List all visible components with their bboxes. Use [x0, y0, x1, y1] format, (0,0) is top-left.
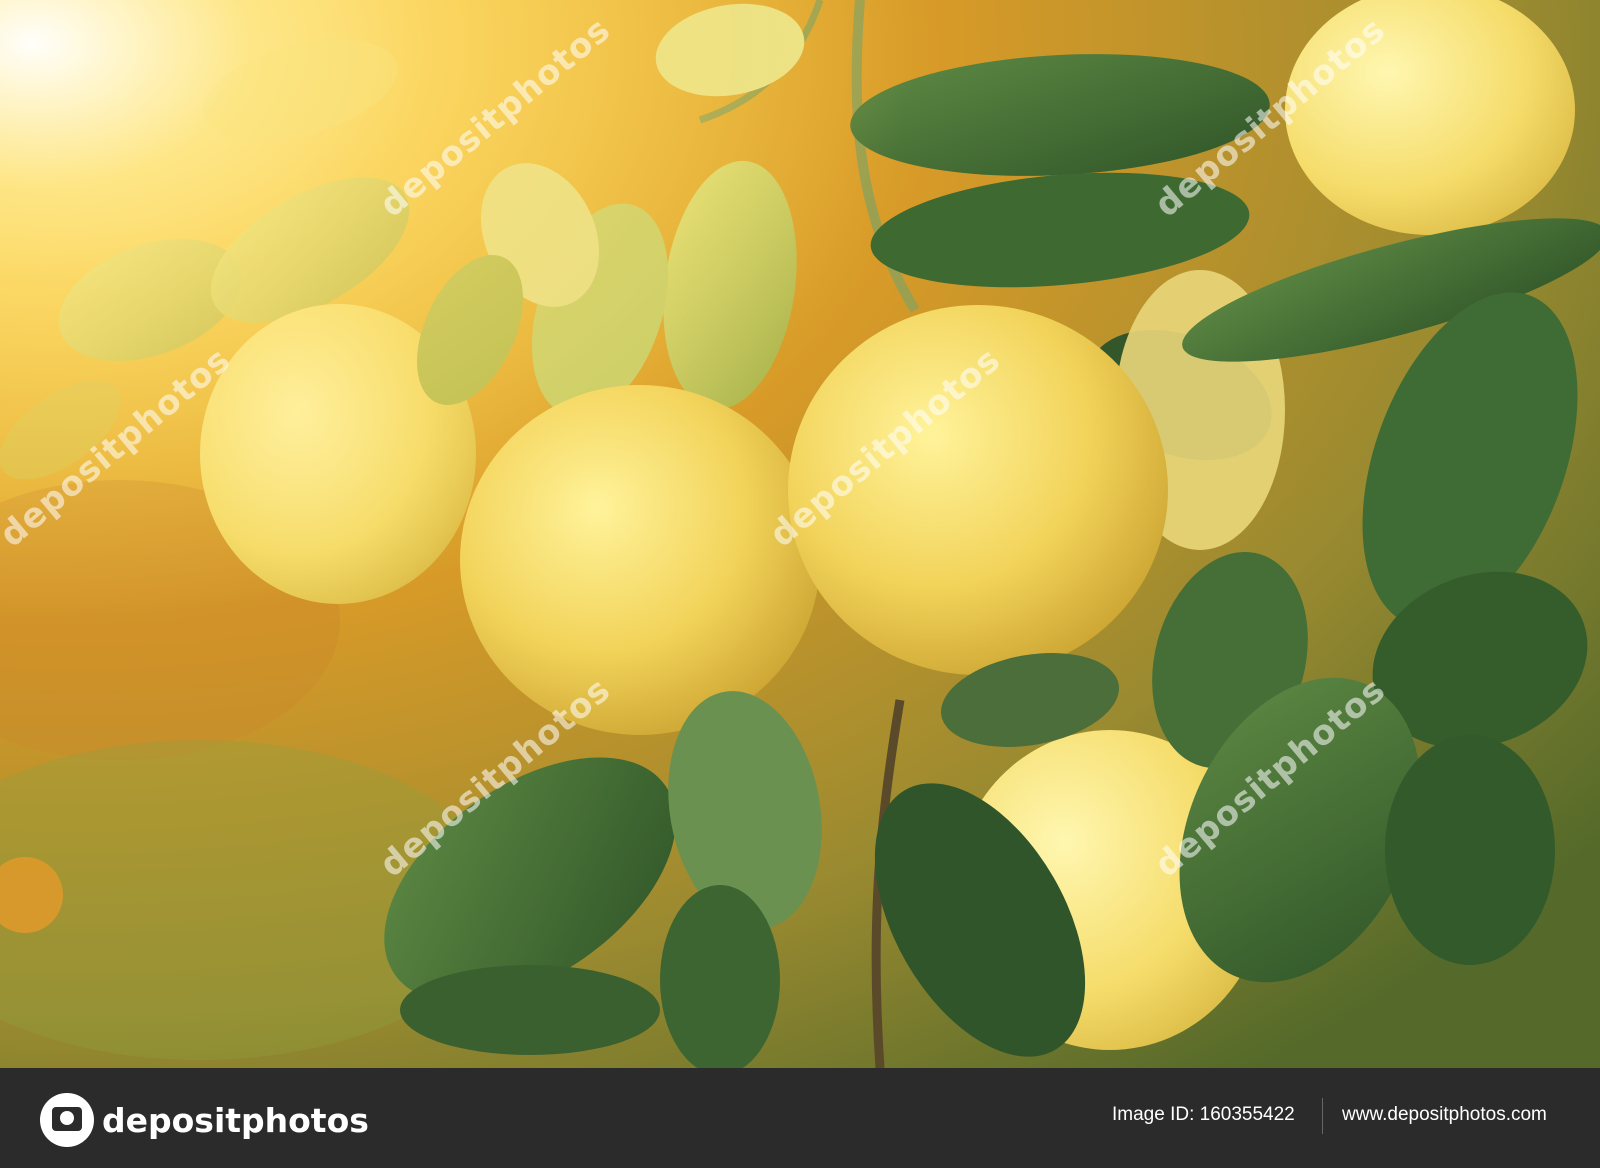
divider [1322, 1098, 1323, 1134]
stock-photo [0, 0, 1600, 1068]
logo-text: depositphotos [102, 1100, 369, 1140]
grapefruit-tree-scene [0, 0, 1600, 1068]
site-url: www.depositphotos.com [1342, 1104, 1547, 1125]
footer-bar: depositphotos Image ID: 160355422 www.de… [0, 1068, 1600, 1168]
depositphotos-logo: depositphotos [40, 1092, 369, 1148]
sun-flare [0, 0, 1600, 1068]
camera-icon [40, 1093, 94, 1147]
image-id: Image ID: 160355422 [1112, 1104, 1295, 1125]
